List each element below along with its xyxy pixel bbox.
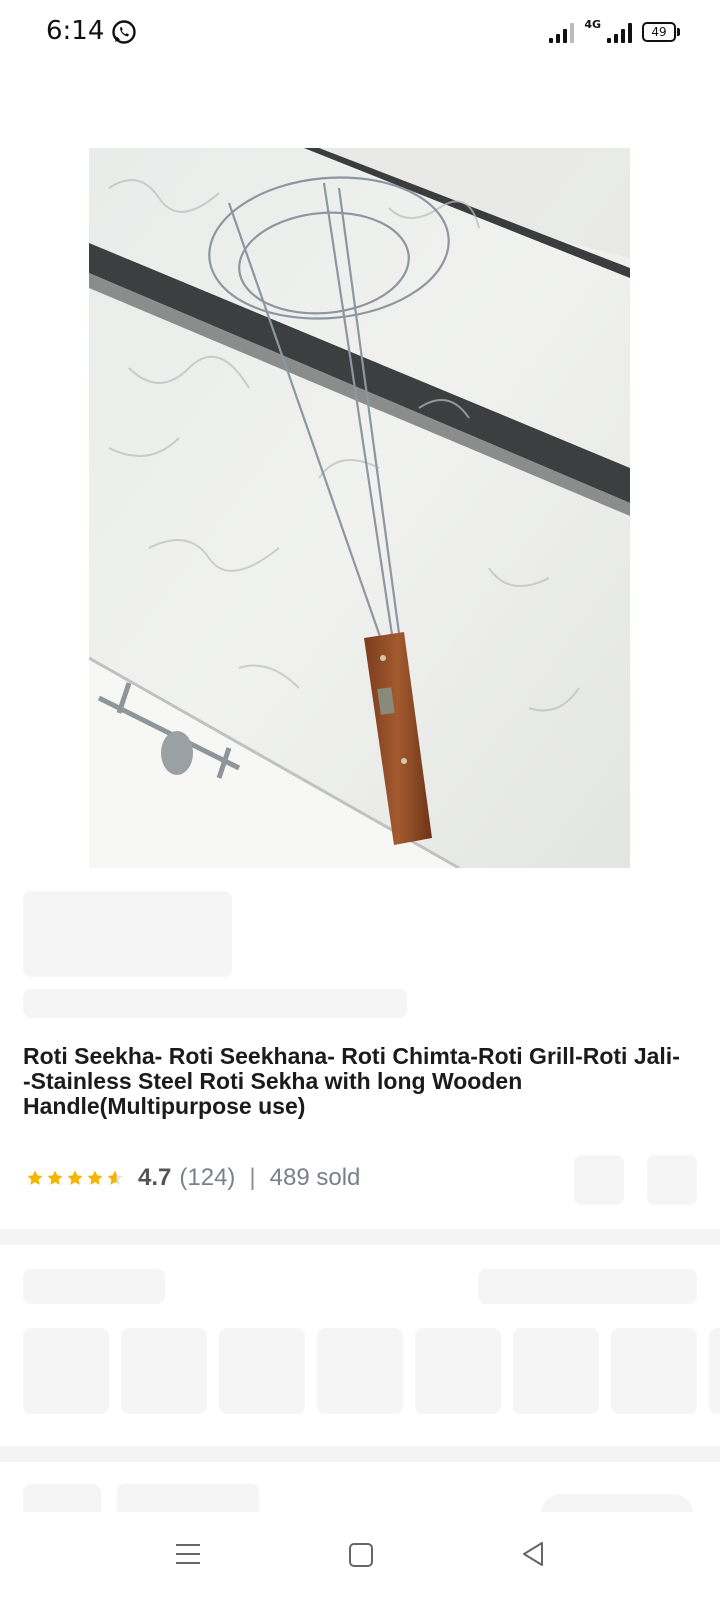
star-icon xyxy=(47,1170,63,1185)
variant-option[interactable] xyxy=(121,1328,207,1414)
half-star-icon xyxy=(107,1170,123,1185)
signal-4g-icon xyxy=(607,21,632,43)
section-divider xyxy=(0,1229,720,1245)
separator: | xyxy=(249,1164,256,1191)
star-icon xyxy=(67,1170,83,1185)
variant-summary-skeleton xyxy=(478,1269,697,1304)
roti-seekha-illustration xyxy=(89,148,630,868)
variant-option[interactable] xyxy=(709,1328,720,1414)
variant-option[interactable] xyxy=(317,1328,403,1414)
star-icon xyxy=(27,1170,43,1185)
share-button-skeleton[interactable] xyxy=(647,1155,697,1205)
status-icons: 4G 49 xyxy=(549,17,680,46)
star-icon xyxy=(87,1170,103,1185)
variant-option[interactable] xyxy=(513,1328,599,1414)
variant-option[interactable] xyxy=(219,1328,305,1414)
rating-row[interactable]: 4.7 (124) | 489 sold xyxy=(26,1162,360,1194)
variant-option[interactable] xyxy=(23,1328,109,1414)
status-time: 6:14 xyxy=(46,16,105,46)
rating-value: 4.7 xyxy=(138,1164,172,1191)
sold-count: 489 sold xyxy=(269,1164,361,1191)
battery-icon: 49 xyxy=(642,22,680,42)
network-label: 4G xyxy=(584,17,601,31)
variant-option[interactable] xyxy=(415,1328,501,1414)
whatsapp-icon xyxy=(112,20,136,44)
rating-stars xyxy=(26,1169,124,1187)
home-icon[interactable] xyxy=(349,1543,373,1567)
signal-icon xyxy=(549,21,575,43)
variant-label-skeleton xyxy=(23,1269,165,1304)
back-icon[interactable] xyxy=(520,1540,546,1568)
price-skeleton xyxy=(23,891,232,977)
variant-option[interactable] xyxy=(611,1328,697,1414)
product-image[interactable] xyxy=(89,148,630,868)
subtitle-skeleton xyxy=(23,989,407,1018)
rating-count: (124) xyxy=(179,1164,236,1191)
menu-icon[interactable] xyxy=(176,1544,200,1564)
wishlist-button-skeleton[interactable] xyxy=(574,1155,624,1205)
product-title: Roti Seekha- Roti Seekhana- Roti Chimta-… xyxy=(23,1043,680,1119)
status-bar: 6:14 4G 49 xyxy=(0,0,720,64)
section-divider xyxy=(0,1446,720,1462)
